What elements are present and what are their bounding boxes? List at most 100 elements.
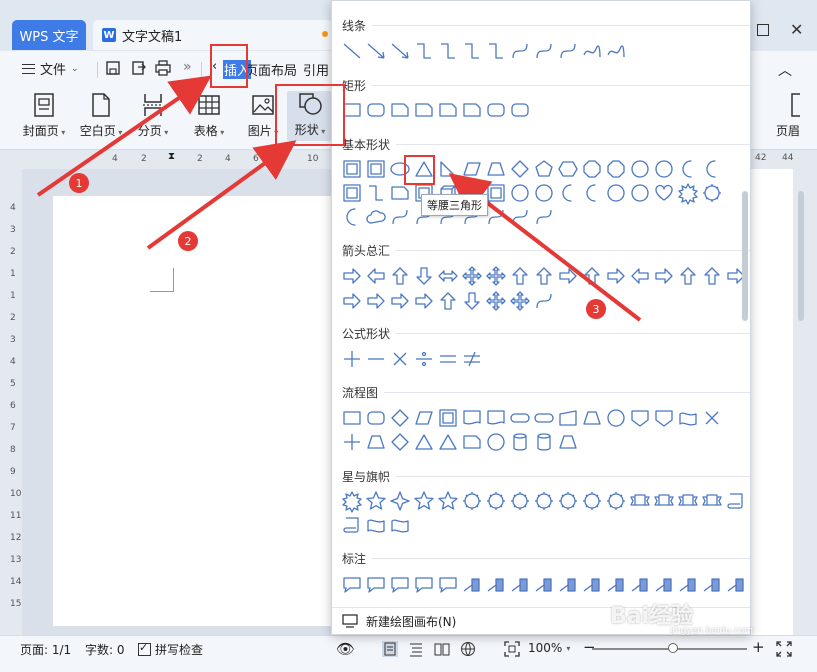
- au-shape-icon[interactable]: [436, 289, 460, 313]
- seal-shape-icon[interactable]: [580, 489, 604, 513]
- au-shape-icon[interactable]: [676, 264, 700, 288]
- times-shape-icon[interactable]: [388, 347, 412, 371]
- cover-page-button[interactable]: 封面页: [22, 92, 66, 139]
- ar-shape-icon[interactable]: [652, 264, 676, 288]
- page-count[interactable]: 页面: 1/1: [20, 641, 71, 658]
- oct-shape-icon[interactable]: [580, 157, 604, 181]
- tab-references[interactable]: 引用: [303, 60, 329, 79]
- cal-shape-icon[interactable]: [436, 573, 460, 597]
- flowdoc-shape-icon[interactable]: [460, 406, 484, 430]
- rrect-shape-icon[interactable]: [364, 406, 388, 430]
- spell-check-checkbox[interactable]: [138, 641, 151, 656]
- spell-check-toggle[interactable]: 拼写检查: [138, 641, 203, 658]
- ar-shape-icon[interactable]: [556, 264, 580, 288]
- header-button[interactable]: 页眉: [766, 92, 810, 139]
- trap-shape-icon[interactable]: [580, 406, 604, 430]
- circ-shape-icon[interactable]: [508, 181, 532, 205]
- elb-shape-icon[interactable]: [484, 39, 508, 63]
- line-shape-icon[interactable]: [340, 39, 364, 63]
- elb-shape-icon[interactable]: [436, 39, 460, 63]
- seal-shape-icon[interactable]: [460, 489, 484, 513]
- elb-shape-icon[interactable]: [412, 39, 436, 63]
- rtri-shape-icon[interactable]: [436, 157, 460, 181]
- para-shape-icon[interactable]: [412, 406, 436, 430]
- reading-view-icon[interactable]: [434, 641, 450, 657]
- seal-shape-icon[interactable]: [508, 489, 532, 513]
- circ-shape-icon[interactable]: [628, 157, 652, 181]
- seal-shape-icon[interactable]: [604, 489, 628, 513]
- dia-shape-icon[interactable]: [388, 430, 412, 454]
- minus-shape-icon[interactable]: [364, 347, 388, 371]
- free-shape-icon[interactable]: [604, 39, 628, 63]
- seal-shape-icon[interactable]: [700, 181, 724, 205]
- cloud-shape-icon[interactable]: [364, 205, 388, 229]
- snip-shape-icon[interactable]: [460, 98, 484, 122]
- wave-shape-icon[interactable]: [388, 513, 412, 537]
- ad-shape-icon[interactable]: [460, 289, 484, 313]
- cal-shape-icon[interactable]: [364, 573, 388, 597]
- term-shape-icon[interactable]: [532, 406, 556, 430]
- web-view-icon[interactable]: [460, 641, 476, 657]
- wave-shape-icon[interactable]: [364, 513, 388, 537]
- star5-shape-icon[interactable]: [412, 489, 436, 513]
- plus-shape-icon[interactable]: [340, 430, 364, 454]
- curve-shape-icon[interactable]: [508, 39, 532, 63]
- moon-shape-icon[interactable]: [580, 181, 604, 205]
- cal-shape-icon[interactable]: [388, 573, 412, 597]
- flowdoc-shape-icon[interactable]: [484, 406, 508, 430]
- callb-shape-icon[interactable]: [580, 573, 604, 597]
- dropdown-scrollbar-thumb[interactable]: [742, 191, 748, 321]
- alr-shape-icon[interactable]: [436, 264, 460, 288]
- snip-shape-icon[interactable]: [460, 430, 484, 454]
- tri-shape-icon[interactable]: [436, 430, 460, 454]
- dia-shape-icon[interactable]: [388, 406, 412, 430]
- au-shape-icon[interactable]: [508, 264, 532, 288]
- rrect-shape-icon[interactable]: [364, 98, 388, 122]
- circ-shape-icon[interactable]: [628, 181, 652, 205]
- elb-shape-icon[interactable]: [364, 181, 388, 205]
- curve-shape-icon[interactable]: [508, 205, 532, 229]
- tab-page-layout[interactable]: 页面布局: [245, 60, 297, 79]
- callb-shape-icon[interactable]: [628, 573, 652, 597]
- rect-shape-icon[interactable]: [340, 406, 364, 430]
- snip-shape-icon[interactable]: [412, 98, 436, 122]
- callb-shape-icon[interactable]: [460, 573, 484, 597]
- outline-view-icon[interactable]: [408, 641, 424, 657]
- callb-shape-icon[interactable]: [508, 573, 532, 597]
- file-menu-button[interactable]: 文件 ⌄: [22, 59, 79, 78]
- curve-shape-icon[interactable]: [532, 205, 556, 229]
- arr-shape-icon[interactable]: [388, 39, 412, 63]
- eye-protection-icon[interactable]: 👁: [336, 640, 355, 658]
- snip-shape-icon[interactable]: [388, 98, 412, 122]
- export-pdf-icon[interactable]: [131, 60, 147, 76]
- zoom-slider-handle[interactable]: [668, 643, 678, 653]
- burst-shape-icon[interactable]: [340, 489, 364, 513]
- print-icon[interactable]: [155, 60, 171, 76]
- save-icon[interactable]: [105, 60, 121, 76]
- callb-shape-icon[interactable]: [652, 573, 676, 597]
- blank-page-button[interactable]: 空白页: [79, 92, 123, 139]
- callb-shape-icon[interactable]: [484, 573, 508, 597]
- au-shape-icon[interactable]: [532, 264, 556, 288]
- trap-shape-icon[interactable]: [556, 430, 580, 454]
- table-button[interactable]: 表格: [187, 92, 231, 139]
- circ-shape-icon[interactable]: [604, 181, 628, 205]
- pent-shape-icon[interactable]: [532, 157, 556, 181]
- circ-shape-icon[interactable]: [652, 157, 676, 181]
- cal-shape-icon[interactable]: [340, 573, 364, 597]
- hex-shape-icon[interactable]: [556, 157, 580, 181]
- star5-shape-icon[interactable]: [436, 489, 460, 513]
- page-view-icon[interactable]: [382, 641, 398, 657]
- seal-shape-icon[interactable]: [556, 489, 580, 513]
- document-page[interactable]: [53, 196, 331, 626]
- curve-shape-icon[interactable]: [532, 289, 556, 313]
- tri-shape-icon[interactable]: [412, 430, 436, 454]
- zoom-in-icon[interactable]: +: [752, 638, 765, 656]
- close-icon[interactable]: ✕: [790, 20, 806, 39]
- scroll-shape-icon[interactable]: [340, 513, 364, 537]
- manual-shape-icon[interactable]: [556, 406, 580, 430]
- moon-shape-icon[interactable]: [556, 181, 580, 205]
- dia-shape-icon[interactable]: [508, 157, 532, 181]
- curve-shape-icon[interactable]: [388, 205, 412, 229]
- circ-shape-icon[interactable]: [484, 430, 508, 454]
